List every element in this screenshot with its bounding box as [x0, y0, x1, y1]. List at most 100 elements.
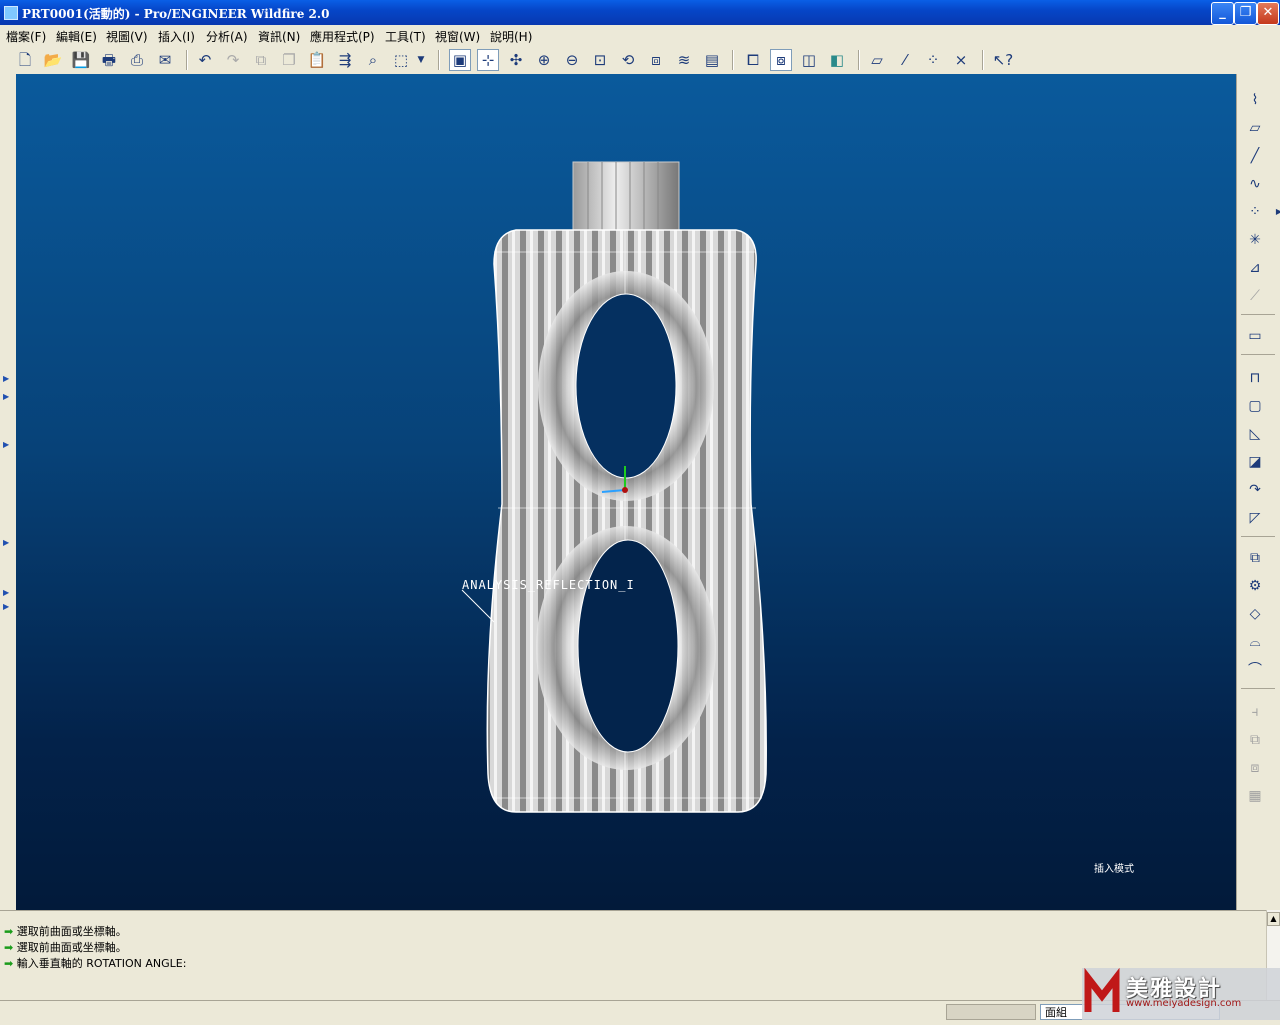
shading-icon[interactable]: ◧ [826, 49, 848, 71]
annotation-label[interactable]: ANALYSIS_REFLECTION_I [462, 578, 635, 592]
expand-arrow-icon[interactable]: ▶ [3, 374, 9, 383]
refit-icon[interactable]: ⊡ [589, 49, 611, 71]
datum-points-icon[interactable]: ⁘ [922, 49, 944, 71]
print-icon[interactable]: 🖶 [98, 49, 120, 71]
window-title: PRT0001(活動的) - Pro/ENGINEER Wildfire 2.0 [22, 7, 330, 21]
menu-analysis[interactable]: 分析(A) [206, 28, 248, 45]
wireframe-icon[interactable]: ⧠ [742, 49, 764, 71]
toolbar-separator [982, 50, 984, 70]
send-icon[interactable]: ⎙ [126, 49, 148, 71]
rib-icon[interactable]: ⚙ [1243, 574, 1267, 598]
toolbar-separator [1241, 688, 1275, 689]
zoom-in-icon[interactable]: ⊕ [533, 49, 555, 71]
sketch-plane-icon[interactable]: ▭ [1243, 324, 1267, 348]
variable-sweep-icon[interactable]: ◺ [1243, 422, 1267, 446]
menu-insert[interactable]: 插入(I) [158, 28, 195, 45]
saved-views-icon[interactable]: ⧈ [645, 49, 667, 71]
redo-icon[interactable]: ↷ [222, 49, 244, 71]
message-line: ➡ 選取前曲面或坐標軸。 [4, 925, 127, 938]
menu-help[interactable]: 說明(H) [490, 28, 532, 45]
copy-icon[interactable]: ❐ [278, 49, 300, 71]
logo-url: www.meiyadesign.com [1126, 998, 1242, 1009]
extrude-icon[interactable]: ⊓ [1243, 366, 1267, 390]
mirror-icon[interactable]: ⫞ [1243, 700, 1267, 724]
draft-icon[interactable]: ◇ [1243, 602, 1267, 626]
dropdown-arrow-icon[interactable]: ▼ [414, 49, 428, 71]
toolbar-separator [186, 50, 188, 70]
minimize-button[interactable]: _ [1211, 2, 1234, 25]
trim-icon[interactable]: ⧈ [1243, 756, 1267, 780]
feature-toolbar: ⌇ ▱ ╱ ∿ ⁘ ▶ ✳ ⊿ ⟋ ▭ ⊓ ▢ ◺ ◪ ↷ ◸ ⧉ ⚙ ◇ ⌓ … [1236, 74, 1280, 910]
expand-arrow-icon[interactable]: ▶ [3, 588, 9, 597]
menu-edit[interactable]: 編輯(E) [56, 28, 97, 45]
regenerate-icon[interactable]: ⇶ [334, 49, 356, 71]
expand-arrow-icon[interactable]: ▶ [3, 602, 9, 611]
boundary-blend-icon[interactable]: ⌓ [1243, 630, 1267, 654]
save-icon[interactable]: 💾 [70, 49, 92, 71]
lower-hole [577, 539, 679, 753]
new-icon[interactable]: 🗋 [14, 49, 36, 71]
style-icon[interactable]: ⌒ [1243, 658, 1267, 682]
message-area: ➡ 選取前曲面或坐標軸。 ➡ 選取前曲面或坐標軸。 ➡ 輸入垂直軸的 ROTAT… [0, 910, 1266, 1001]
expand-arrow-icon[interactable]: ▶ [3, 538, 9, 547]
orient-icon[interactable]: ✣ [505, 49, 527, 71]
datum-axes-icon[interactable]: ⁄ [894, 49, 916, 71]
undo-icon[interactable]: ↶ [194, 49, 216, 71]
arrow-right-icon: ➡ [4, 957, 14, 970]
arrow-right-icon: ➡ [4, 925, 14, 938]
repaint-icon[interactable]: ▣ [449, 49, 471, 71]
context-help-icon[interactable]: ↖? [992, 49, 1014, 71]
datum-point-tool-icon[interactable]: ⁘ [1243, 200, 1267, 224]
restore-button[interactable]: ❐ [1234, 2, 1257, 25]
reorient-icon[interactable]: ⟲ [617, 49, 639, 71]
hidden-line-icon[interactable]: ⧇ [770, 49, 792, 71]
graphics-viewport[interactable]: ANALYSIS_REFLECTION_I 插入模式 [16, 74, 1236, 910]
datum-planes-icon[interactable]: ▱ [866, 49, 888, 71]
navigator-strip[interactable]: ▶ ▶ ▶ ▶ ▶ ▶ [0, 74, 17, 910]
main-toolbar: 🗋 📂 💾 🖶 ⎙ ✉ ↶ ↷ ⧉ ❐ 📋 ⇶ ⌕ ⬚ ▼ ▣ ⊹ ✣ ⊕ ⊖ … [0, 46, 1280, 75]
toolbar-separator [732, 50, 734, 70]
menu-applications[interactable]: 應用程式(P) [310, 28, 375, 45]
open-icon[interactable]: 📂 [42, 49, 64, 71]
spin-center-icon[interactable]: ⊹ [477, 49, 499, 71]
find-icon[interactable]: ⌕ [362, 49, 384, 71]
toolbar-separator [1241, 354, 1275, 355]
shell-icon[interactable]: ⧉ [1243, 546, 1267, 570]
no-hidden-icon[interactable]: ◫ [798, 49, 820, 71]
view-manager-icon[interactable]: ▤ [701, 49, 723, 71]
reference-tool-icon[interactable]: ⟋ [1243, 284, 1267, 308]
blend-icon[interactable]: ◪ [1243, 450, 1267, 474]
layers-icon[interactable]: ≋ [673, 49, 695, 71]
expand-arrow-icon[interactable]: ▶ [3, 392, 9, 401]
coordinate-systems-icon[interactable]: ⨯ [950, 49, 972, 71]
revolve-icon[interactable]: ▢ [1243, 394, 1267, 418]
round-icon[interactable]: ↷ [1243, 478, 1267, 502]
annotation-leader [461, 589, 495, 623]
pattern-icon[interactable]: ▦ [1243, 784, 1267, 808]
flyout-arrow-icon[interactable]: ▶ [1267, 200, 1280, 224]
toolbar-separator [858, 50, 860, 70]
select-box-icon[interactable]: ⬚ [390, 49, 412, 71]
menu-view[interactable]: 視圖(V) [106, 28, 148, 45]
menu-file[interactable]: 檔案(F) [6, 28, 46, 45]
axis-origin [622, 487, 628, 493]
datum-curve-tool-icon[interactable]: ∿ [1243, 172, 1267, 196]
sketch-tool-icon[interactable]: ⌇ [1243, 88, 1267, 112]
coord-system-tool-icon[interactable]: ✳ [1243, 228, 1267, 252]
merge-icon[interactable]: ⧉ [1243, 728, 1267, 752]
menu-window[interactable]: 視窗(W) [435, 28, 480, 45]
analysis-feature-icon[interactable]: ⊿ [1243, 256, 1267, 280]
menu-info[interactable]: 資訊(N) [258, 28, 300, 45]
paste-icon[interactable]: 📋 [306, 49, 328, 71]
scroll-up-icon[interactable]: ▲ [1267, 912, 1280, 926]
menu-tools[interactable]: 工具(T) [385, 28, 426, 45]
chamfer-icon[interactable]: ◸ [1243, 506, 1267, 530]
zoom-out-icon[interactable]: ⊖ [561, 49, 583, 71]
close-button[interactable]: ✕ [1257, 2, 1279, 25]
expand-arrow-icon[interactable]: ▶ [3, 440, 9, 449]
email-icon[interactable]: ✉ [154, 49, 176, 71]
model-render [461, 161, 767, 813]
datum-axis-tool-icon[interactable]: ╱ [1243, 144, 1267, 168]
cut-icon[interactable]: ⧉ [250, 49, 272, 71]
datum-plane-tool-icon[interactable]: ▱ [1243, 116, 1267, 140]
